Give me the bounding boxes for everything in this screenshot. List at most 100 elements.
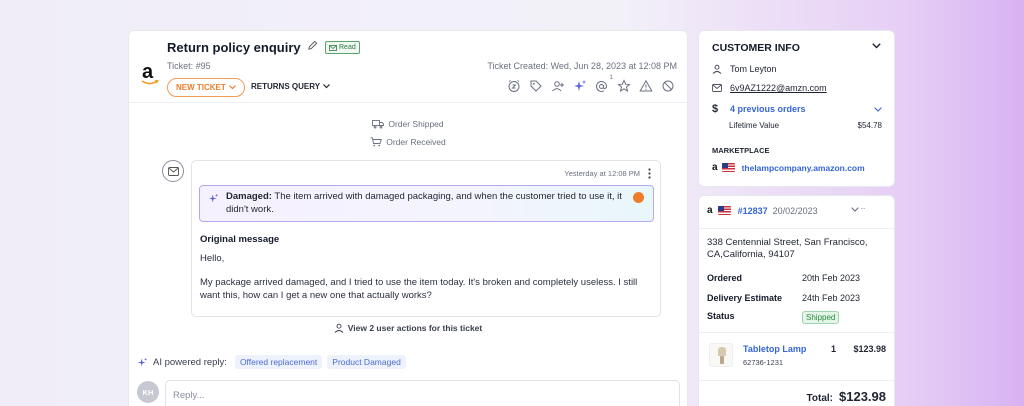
- ai-summary-label: Damaged:: [226, 191, 272, 202]
- amazon-logo: a: [139, 62, 161, 86]
- chevron-down-icon: [228, 85, 236, 90]
- marketplace-label: MARKETPLACE: [712, 146, 770, 155]
- customer-info-heading: CUSTOMER INFO: [712, 42, 800, 54]
- mention-icon[interactable]: 1: [595, 75, 613, 93]
- product-quantity: 1: [831, 344, 837, 354]
- dollar-icon: $: [712, 103, 719, 115]
- ai-chip-offered-replacement[interactable]: Offered replacement: [234, 355, 323, 369]
- message-body: My package arrived damaged, and I tried …: [200, 277, 638, 301]
- customer-name-row: Tom Leyton: [712, 64, 777, 74]
- order-header: a #12837 20/02/2023: [707, 205, 818, 216]
- marketplace-link[interactable]: thelampcompany.amazon.com: [742, 163, 865, 173]
- ai-sparkle-icon: [208, 193, 219, 203]
- ai-reply-label: AI powered reply:: [153, 356, 227, 368]
- ai-sparkle-icon[interactable]: [573, 79, 587, 93]
- status-row: Status Shipped: [707, 311, 887, 324]
- event-order-shipped-label: Order Shipped: [388, 119, 444, 129]
- order-total: Total: $123.98: [807, 389, 886, 404]
- ticket-status-label: NEW TICKET: [176, 83, 226, 92]
- more-options-icon[interactable]: [648, 168, 651, 179]
- customer-email-row: 6v9AZ1222@amzn.com: [712, 83, 827, 93]
- message-time: Yesterday at 12:08 PM: [564, 169, 640, 178]
- mail-icon: [167, 166, 179, 176]
- read-badge-label: Read: [339, 44, 356, 51]
- us-flag-icon: [721, 163, 735, 172]
- assign-user-icon[interactable]: [551, 79, 565, 93]
- customer-message-card: Yesterday at 12:08 PM Damaged: The item …: [191, 160, 661, 317]
- reply-input[interactable]: Reply...: [165, 380, 680, 406]
- cart-icon: [370, 137, 383, 147]
- view-user-actions-label: View 2 user actions for this ticket: [347, 323, 483, 333]
- star-icon[interactable]: [617, 79, 631, 93]
- product-price: $123.98: [853, 344, 886, 354]
- amazon-mini-icon: a: [712, 162, 718, 173]
- event-order-received-label: Order Received: [386, 137, 446, 147]
- order-date: 20/02/2023: [772, 205, 818, 216]
- ai-summary-text: The item arrived with damaged packaging,…: [226, 191, 622, 215]
- chevron-down-icon[interactable]: [851, 207, 867, 213]
- ticket-toolbar: 1: [507, 75, 675, 93]
- previous-orders-link[interactable]: 4 previous orders: [730, 104, 806, 114]
- original-message-label: Original message: [200, 234, 280, 245]
- ticket-category-label: RETURNS QUERY: [251, 82, 321, 91]
- customer-info-panel: CUSTOMER INFO Tom Leyton 6v9AZ1222@amzn.…: [698, 30, 895, 187]
- read-badge: Read: [325, 41, 360, 54]
- status-badge: Shipped: [802, 311, 840, 324]
- ticket-header: a Return policy enquiry Read Ticket: #95…: [129, 31, 687, 103]
- chevron-down-icon: [874, 106, 882, 112]
- warning-icon[interactable]: [639, 79, 653, 93]
- user-icon: [712, 64, 722, 74]
- ordered-row: Ordered 20th Feb 2023: [707, 273, 887, 283]
- tag-icon[interactable]: [529, 79, 543, 93]
- email-channel-avatar: [162, 160, 184, 182]
- order-panel: a #12837 20/02/2023 338 Centennial Stree…: [698, 195, 895, 406]
- lifetime-value-row: Lifetime Value $54.78: [729, 121, 882, 130]
- ordered-value: 20th Feb 2023: [802, 273, 861, 283]
- event-order-shipped: Order Shipped: [129, 119, 687, 129]
- shipping-address: 338 Centennial Street, San Francisco, CA…: [707, 237, 868, 260]
- chevron-down-icon[interactable]: [872, 43, 881, 49]
- edit-pencil-icon[interactable]: [307, 40, 318, 51]
- mention-count: 1: [609, 75, 613, 81]
- delivery-estimate-label: Delivery Estimate: [707, 293, 783, 303]
- customer-name: Tom Leyton: [730, 64, 777, 74]
- divider: [699, 228, 894, 229]
- ai-sparkle-icon: [137, 357, 148, 366]
- customer-email[interactable]: 6v9AZ1222@amzn.com: [730, 83, 827, 93]
- product-name[interactable]: Tabletop Lamp: [743, 344, 806, 354]
- agent-avatar: KH: [137, 381, 159, 403]
- delivery-estimate-row: Delivery Estimate 24th Feb 2023: [707, 293, 887, 303]
- chevron-down-icon: [323, 84, 330, 89]
- ai-chip-product-damaged[interactable]: Product Damaged: [327, 355, 406, 369]
- total-label: Total:: [806, 393, 833, 404]
- product-sku: 62736-1231: [743, 358, 784, 367]
- total-value: $123.98: [839, 389, 886, 404]
- view-user-actions-link[interactable]: View 2 user actions for this ticket: [129, 323, 687, 333]
- ai-powered-reply: AI powered reply: Offered replacement Pr…: [137, 355, 406, 369]
- ticket-number: Ticket: #95: [167, 61, 211, 71]
- previous-orders-row[interactable]: $ 4 previous orders: [712, 103, 882, 115]
- snooze-icon[interactable]: [507, 79, 521, 93]
- marketplace-row[interactable]: a thelampcompany.amazon.com: [712, 162, 865, 173]
- ai-summary-box: Damaged: The item arrived with damaged p…: [199, 185, 654, 222]
- ticket-category-dropdown[interactable]: RETURNS QUERY: [251, 82, 330, 91]
- ordered-label: Ordered: [707, 273, 743, 283]
- ticket-created: Ticket Created: Wed, Jun 28, 2023 at 12:…: [487, 61, 677, 71]
- divider: [699, 380, 894, 381]
- divider: [699, 332, 894, 333]
- mail-icon: [712, 84, 722, 92]
- us-flag-icon: [717, 206, 731, 215]
- message-greeting: Hello,: [200, 253, 225, 264]
- status-label: Status: [707, 311, 735, 321]
- delivery-estimate-value: 24th Feb 2023: [802, 293, 861, 303]
- lifetime-value-label: Lifetime Value: [729, 121, 780, 130]
- event-order-received: Order Received: [129, 137, 687, 147]
- order-id[interactable]: #12837: [738, 206, 768, 216]
- ticket-panel: a Return policy enquiry Read Ticket: #95…: [128, 30, 688, 406]
- lifetime-value: $54.78: [857, 121, 882, 130]
- ticket-title: Return policy enquiry: [167, 40, 301, 55]
- block-icon[interactable]: [661, 79, 675, 93]
- truck-icon: [372, 120, 385, 129]
- amazon-mini-icon: a: [707, 205, 713, 216]
- ticket-status-dropdown[interactable]: NEW TICKET: [167, 78, 245, 97]
